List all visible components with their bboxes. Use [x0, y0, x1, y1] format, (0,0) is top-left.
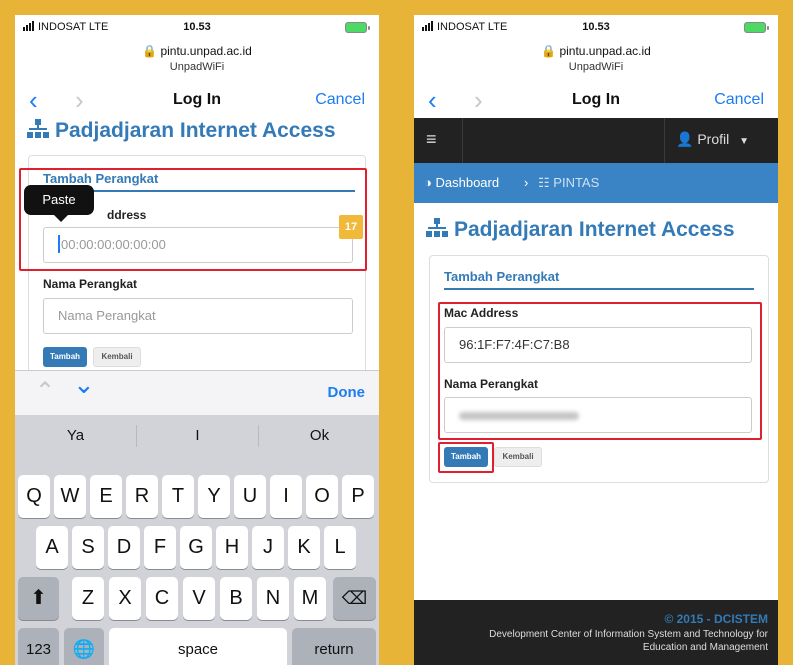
- globe-key[interactable]: 🌐: [64, 628, 104, 665]
- sitemap-icon: ☷: [538, 175, 550, 190]
- sitemap-icon: [27, 119, 49, 139]
- suggestion-ya[interactable]: Ya: [15, 415, 136, 457]
- paste-button[interactable]: Paste: [24, 185, 94, 215]
- highlight-box: [438, 302, 762, 440]
- hamburger-menu-icon[interactable]: ≡: [426, 129, 437, 150]
- form-heading: Tambah Perangkat: [444, 269, 754, 290]
- key-l[interactable]: L: [324, 526, 356, 569]
- sitemap-icon: [426, 218, 448, 238]
- key-q[interactable]: Q: [18, 475, 50, 518]
- key-j[interactable]: J: [252, 526, 284, 569]
- name-label: Nama Perangkat: [43, 277, 138, 291]
- keyboard: Ya I Ok QWERTYUIOP ASDFGHJKL ZXCVBNM ⬆ ⌫…: [15, 415, 379, 665]
- key-p[interactable]: P: [342, 475, 374, 518]
- space-key[interactable]: space: [109, 628, 287, 665]
- footer-copyright: © 2015 - DCISTEM: [664, 612, 768, 626]
- kembali-button[interactable]: Kembali: [494, 447, 542, 467]
- key-y[interactable]: Y: [198, 475, 230, 518]
- shift-icon: ⬆: [30, 587, 47, 609]
- lock-icon: 🔒: [142, 44, 158, 58]
- globe-icon: 🌐: [72, 639, 96, 659]
- battery-icon: [744, 22, 769, 33]
- page-title: Padjadjaran Internet Access: [414, 218, 735, 242]
- key-c[interactable]: C: [146, 577, 178, 620]
- key-n[interactable]: N: [257, 577, 289, 620]
- key-v[interactable]: V: [183, 577, 215, 620]
- app-navbar: ≡ 👤 Profil ▼: [414, 118, 778, 163]
- navbar-divider: [664, 118, 665, 163]
- suggestion-ok[interactable]: Ok: [259, 415, 379, 457]
- kembali-button[interactable]: Kembali: [93, 347, 141, 367]
- key-f[interactable]: F: [144, 526, 176, 569]
- key-a[interactable]: A: [36, 526, 68, 569]
- status-bar: INDOSAT LTE 10.53: [414, 15, 778, 43]
- navbar-divider: [462, 118, 463, 163]
- footer-line-2: Education and Management: [642, 642, 768, 653]
- status-time: 10.53: [582, 21, 610, 33]
- key-z[interactable]: Z: [72, 577, 104, 620]
- url-text: pintu.unpad.ac.id: [559, 44, 651, 58]
- cancel-button[interactable]: Cancel: [714, 91, 764, 109]
- key-w[interactable]: W: [54, 475, 86, 518]
- footer-line-1: Development Center of Information System…: [489, 629, 768, 640]
- profile-menu[interactable]: 👤 Profil ▼: [676, 131, 749, 148]
- backspace-key[interactable]: ⌫: [333, 577, 376, 620]
- key-b[interactable]: B: [220, 577, 252, 620]
- key-t[interactable]: T: [162, 475, 194, 518]
- breadcrumb-dashboard[interactable]: ◑ Dashboard: [424, 175, 499, 190]
- browser-navbar: ‹ › Log In Cancel: [15, 81, 379, 121]
- url-text: pintu.unpad.ac.id: [160, 44, 252, 58]
- site-name: UnpadWiFi: [568, 61, 624, 73]
- page-title: Padjadjaran Internet Access: [15, 119, 336, 143]
- key-x[interactable]: X: [109, 577, 141, 620]
- url-bar[interactable]: 🔒 pintu.unpad.ac.id UnpadWiFi: [15, 43, 379, 75]
- chevron-down-icon[interactable]: ⌄: [73, 369, 95, 400]
- breadcrumb-separator: ›: [524, 175, 529, 190]
- breadcrumb-current: ☷ PINTAS: [538, 175, 600, 190]
- numbers-key[interactable]: 123: [18, 628, 59, 665]
- key-h[interactable]: H: [216, 526, 248, 569]
- key-m[interactable]: M: [294, 577, 326, 620]
- browser-navbar: ‹ › Log In Cancel: [414, 81, 778, 121]
- key-s[interactable]: S: [72, 526, 104, 569]
- highlight-box: [19, 168, 367, 271]
- paste-callout-pointer: [53, 214, 69, 222]
- shift-key[interactable]: ⬆: [18, 577, 59, 620]
- name-input[interactable]: Nama Perangkat: [43, 298, 353, 334]
- backspace-icon: ⌫: [341, 588, 368, 608]
- key-g[interactable]: G: [180, 526, 212, 569]
- done-button[interactable]: Done: [328, 384, 366, 401]
- suggestion-i[interactable]: I: [137, 415, 258, 457]
- left-phone-screen: INDOSAT LTE 10.53 🔒 pintu.unpad.ac.id Un…: [15, 15, 379, 665]
- tambah-button[interactable]: Tambah: [43, 347, 87, 367]
- cancel-button[interactable]: Cancel: [315, 91, 365, 109]
- status-bar: INDOSAT LTE 10.53: [15, 15, 379, 43]
- key-r[interactable]: R: [126, 475, 158, 518]
- chevron-up-icon[interactable]: ⌃: [35, 377, 55, 406]
- status-time: 10.53: [183, 21, 211, 33]
- dashboard-icon: ◑: [424, 175, 432, 190]
- keyboard-toolbar: ⌃ ⌄ Done: [15, 369, 379, 415]
- footer: © 2015 - DCISTEM Development Center of I…: [414, 600, 778, 665]
- breadcrumb: ◑ Dashboard › ☷ PINTAS: [414, 163, 778, 203]
- key-u[interactable]: U: [234, 475, 266, 518]
- key-e[interactable]: E: [90, 475, 122, 518]
- return-key[interactable]: return: [292, 628, 376, 665]
- key-o[interactable]: O: [306, 475, 338, 518]
- right-phone-screen: INDOSAT LTE 10.53 🔒 pintu.unpad.ac.id Un…: [414, 15, 778, 665]
- battery-icon: [345, 22, 370, 33]
- url-bar[interactable]: 🔒 pintu.unpad.ac.id UnpadWiFi: [414, 43, 778, 75]
- highlight-box: [438, 442, 494, 473]
- caret-down-icon: ▼: [739, 136, 750, 147]
- site-name: UnpadWiFi: [169, 61, 225, 73]
- key-d[interactable]: D: [108, 526, 140, 569]
- lock-icon: 🔒: [541, 44, 557, 58]
- key-i[interactable]: I: [270, 475, 302, 518]
- notification-badge: 17: [339, 215, 363, 239]
- user-icon: 👤: [676, 131, 694, 147]
- key-k[interactable]: K: [288, 526, 320, 569]
